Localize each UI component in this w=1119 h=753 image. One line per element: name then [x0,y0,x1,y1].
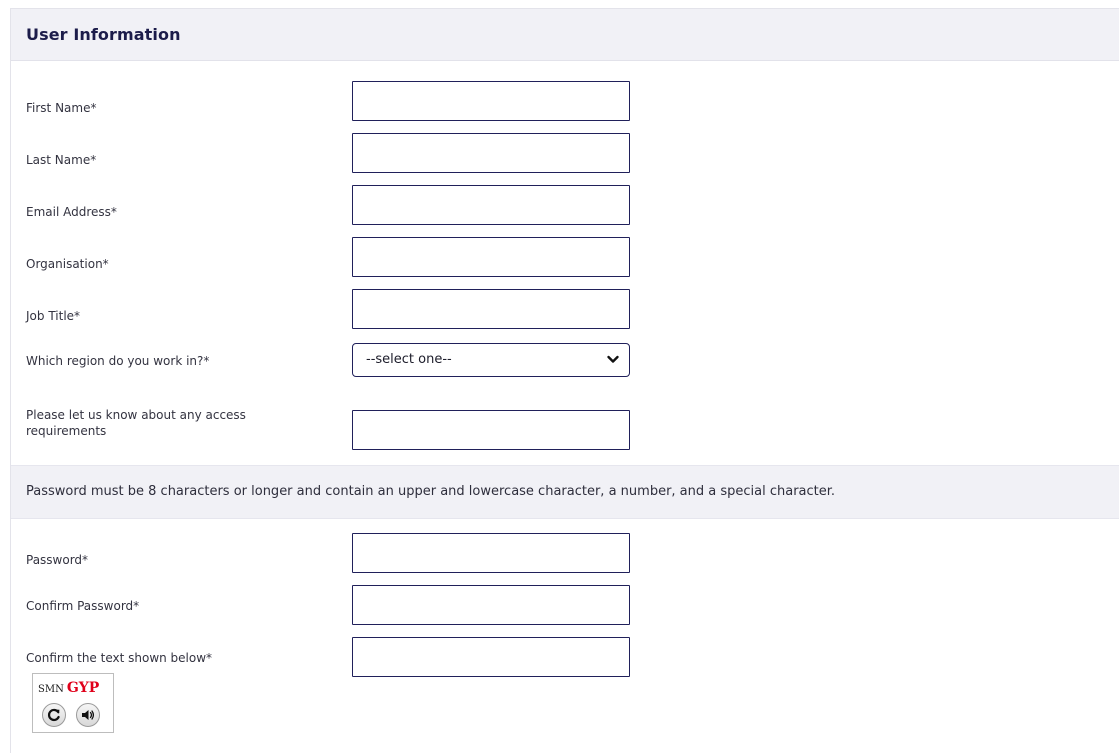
region-select-value: --select one-- [366,352,452,367]
confirm-password-input[interactable] [352,585,630,625]
captcha-refresh-button[interactable] [42,703,66,727]
region-label: Which region do you work in?* [26,354,210,368]
first-name-input[interactable] [352,81,630,121]
captcha-audio-button[interactable] [76,703,100,727]
job-title-input[interactable] [352,289,630,329]
email-label: Email Address* [26,205,117,219]
speaker-icon [82,710,95,720]
captcha-widget: SMN GYP [32,673,114,733]
password-input[interactable] [352,533,630,573]
organisation-label: Organisation* [26,257,109,271]
confirm-password-label: Confirm Password* [26,599,140,613]
captcha-text-part1: SMN [38,684,64,695]
section-title: User Information [26,25,181,44]
password-notice: Password must be 8 characters or longer … [11,465,1119,519]
last-name-label: Last Name* [26,153,97,167]
password-label: Password* [26,553,89,567]
access-label-line2: requirements [26,424,107,438]
captcha-input[interactable] [352,637,630,677]
first-name-label: First Name* [26,101,97,115]
access-requirements-input[interactable] [352,410,630,450]
region-select[interactable]: --select one-- [352,343,630,377]
email-input[interactable] [352,185,630,225]
captcha-label: Confirm the text shown below* [26,651,213,665]
section-header: User Information [11,9,1119,61]
refresh-icon [47,708,60,722]
captcha-text-part2: GYP [66,680,100,696]
job-title-label: Job Title* [26,309,81,323]
captcha-image-text: SMN GYP [38,677,99,696]
access-label-line1: Please let us know about any access [26,408,246,422]
user-information-form: User Information First Name* Last Name* … [10,8,1119,753]
chevron-down-icon [607,355,619,363]
password-notice-text: Password must be 8 characters or longer … [26,484,836,499]
access-requirements-label: Please let us know about any access requ… [26,407,246,439]
organisation-input[interactable] [352,237,630,277]
last-name-input[interactable] [352,133,630,173]
